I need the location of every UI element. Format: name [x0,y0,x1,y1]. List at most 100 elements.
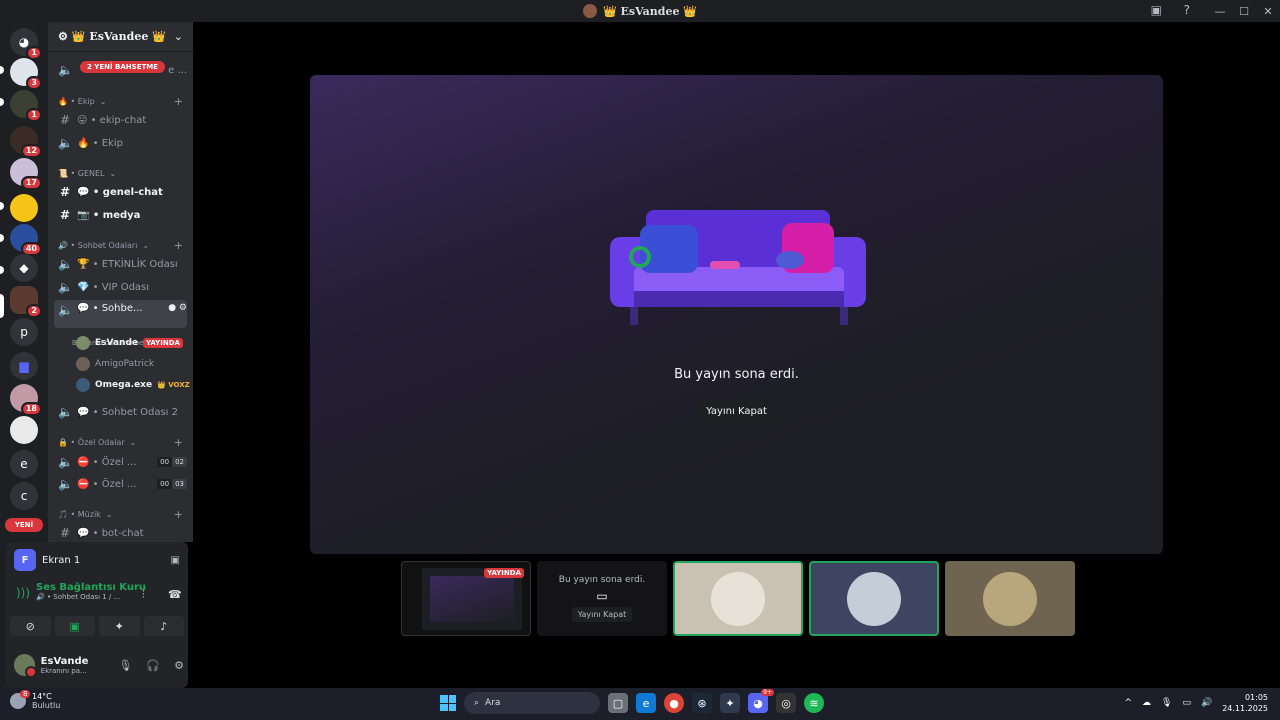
search-placeholder: Ara [485,698,501,708]
server-icon[interactable] [10,416,38,444]
server-letter: p [20,325,28,339]
server-icon[interactable]: 40 [10,224,42,256]
connection-status[interactable]: Ses Bağlantısı Kuru [16,582,186,593]
server-letter-c[interactable]: c [10,482,38,510]
minimize-icon[interactable]: — [1208,5,1232,18]
activities-button[interactable]: ✦ [99,616,140,636]
headphones-icon[interactable]: 🎧 [146,659,160,672]
stream-settings-icon[interactable]: ▣ [171,555,180,566]
channel-sohbet-2[interactable]: 🔈 💬 • Sohbet Odası 2 [54,402,187,422]
close-icon[interactable]: ✕ [1256,5,1280,18]
channel-vip[interactable]: 🔈 💎 • VIP Odası [54,277,187,297]
participant-tile[interactable] [945,561,1075,636]
stage-area: Bu yayın sona erdi. Yayını Kapat YAYINDA… [193,22,1280,688]
connection-channel[interactable]: 🔊 • Sohbet Odası 1 / ... [16,593,186,601]
steam-icon[interactable]: ⊛ [692,693,712,713]
channel-ekip-chat[interactable]: # 😛 • ekip-chat [54,110,187,130]
close-stream-button[interactable]: Yayını Kapat [698,398,775,425]
category-sohbet[interactable]: 🔊 • Sohbet Odaları ⌄ + [54,238,187,252]
chrome-icon[interactable]: ● [664,693,684,713]
server-icon[interactable]: 12 [10,126,42,158]
taskbar-search[interactable]: ⌕ Ara [464,692,600,714]
noise-suppression-icon[interactable]: ⫶ [142,588,145,602]
channel-ozel-1[interactable]: 🔈 ⛔ • Özel ... 00 02 [54,452,187,472]
channel-sohbet-1-active[interactable]: 🔈 💬 • Sohbe... ● ⚙ [54,300,187,328]
participant-tile[interactable] [673,561,803,636]
voice-user[interactable]: Omega.exe 👑 VOXZ [76,376,190,394]
category-genel[interactable]: 📜 • GENEL ⌄ [54,166,187,180]
stream-tile[interactable]: YAYINDA [401,561,531,636]
stream-preview[interactable]: F Ekran 1 ▣ [10,546,184,574]
chevron-down-icon: ⌄ [142,240,150,250]
gear-icon[interactable]: ⚙ [174,659,184,672]
discord-home-icon[interactable]: ◕ 1 [10,28,42,60]
server-icon[interactable]: 17 [10,158,42,190]
server-icon[interactable] [10,194,38,222]
guild-header[interactable]: ⚙ 👑 EsVandee 👑 ⌄ [48,22,193,52]
channel-etkinlik[interactable]: 🔈 🏆 • ETKİNLİK Odası [54,254,187,274]
server-icon-selected[interactable]: 2 [10,286,42,318]
server-letter-e[interactable]: e [10,450,38,478]
discord-icon[interactable]: ◕ 9+ [748,689,774,713]
voice-user[interactable]: AmigoPatrick [76,355,154,373]
microphone-icon[interactable]: 🎙 [118,659,132,672]
network-icon[interactable]: ▭ [1182,698,1191,708]
avatar [76,378,90,392]
server-icon[interactable]: 1 [10,90,42,122]
app-icon[interactable]: ◎ [776,693,796,713]
server-icon[interactable]: 18 [10,384,42,416]
notification-badge: 9+ [761,689,774,696]
new-unreads-pill[interactable]: YENİ [5,518,43,532]
channel-ozel-2[interactable]: 🔈 ⛔ • Özel ... 00 03 [54,474,187,494]
plus-icon[interactable]: + [174,95,187,108]
volume-icon[interactable]: 🔊 [1201,698,1212,708]
channel-bot-chat[interactable]: # 💬 • bot-chat [54,523,187,542]
spotify-icon[interactable]: ≋ [804,693,824,713]
unread-pill [0,98,4,106]
taskbar-apps: ⌕ Ara ▢ e ● ⊛ ✦ ◕ 9+ ◎ ≋ [440,689,824,714]
avatar[interactable] [14,654,37,678]
edge-icon[interactable]: e [636,693,656,713]
windows-start-icon[interactable] [440,695,456,711]
soundboard-button[interactable]: ♪ [143,616,184,636]
participant-tile[interactable] [809,561,939,636]
screen-share-button[interactable]: ▣ [54,616,95,636]
channel-settings-icons[interactable]: ● ⚙ [168,303,187,313]
stream-app-icon: F [14,549,36,571]
category-ozel[interactable]: 🔒 • Özel Odalar ⌄ + [54,435,187,449]
dice-server-icon[interactable]: ◆ [10,254,38,282]
voice-user[interactable]: EsVande YAYINDA [76,334,183,352]
notification-badge: 17 [20,176,42,190]
chevron-up-icon[interactable]: ^ [1124,698,1132,708]
channel-medya[interactable]: # 📷 • medya [54,205,187,225]
camera-off-button[interactable]: ⊘ [10,616,51,636]
category-ekip[interactable]: 🔥 • Ekip ⌄ + [54,94,187,108]
clock[interactable]: 01:05 24.11.2025 [1222,692,1268,714]
unread-pill [0,202,4,210]
tile-close-stream-button[interactable]: Yayını Kapat [571,607,633,622]
inbox-icon[interactable]: ▣ [1151,3,1162,17]
plus-icon[interactable]: + [174,239,187,252]
maximize-icon[interactable]: ☐ [1232,5,1256,18]
channel-ekip[interactable]: 🔈 🔥 • Ekip [54,133,187,153]
task-view-icon[interactable]: ▢ [608,693,628,713]
server-letter-p[interactable]: p [10,318,38,346]
cloud-icon[interactable]: ☁ [1142,698,1151,708]
new-mentions-pill[interactable]: 2 YENİ BAHSETME [80,61,166,73]
disconnect-icon[interactable]: ☎ [168,588,182,601]
weather-widget[interactable]: 8 14°C Bulutlu [10,690,60,710]
stream-thumbnail-stage [430,576,514,622]
hash-icon: # [59,113,71,127]
app-icon[interactable]: ✦ [720,693,740,713]
system-tray: ^ ☁ 🎙 ▭ 🔊 01:05 24.11.2025 [1124,692,1268,714]
ended-stream-tile[interactable]: Bu yayın sona erdi. ▭ Yayını Kapat [537,561,667,636]
plus-icon[interactable]: + [174,436,187,449]
category-muzik[interactable]: 🎵 • Müzik ⌄ + [54,507,187,521]
channel-genel-chat[interactable]: # 💬 • genel-chat [54,182,187,202]
help-icon[interactable]: ? [1184,3,1190,17]
plus-icon[interactable]: + [174,508,187,521]
folder-icon[interactable]: ▆ [10,352,38,380]
microphone-icon[interactable]: 🎙 [1161,698,1172,708]
stream-stage: Bu yayın sona erdi. Yayını Kapat [310,75,1163,554]
server-icon[interactable]: 3 [10,58,42,90]
